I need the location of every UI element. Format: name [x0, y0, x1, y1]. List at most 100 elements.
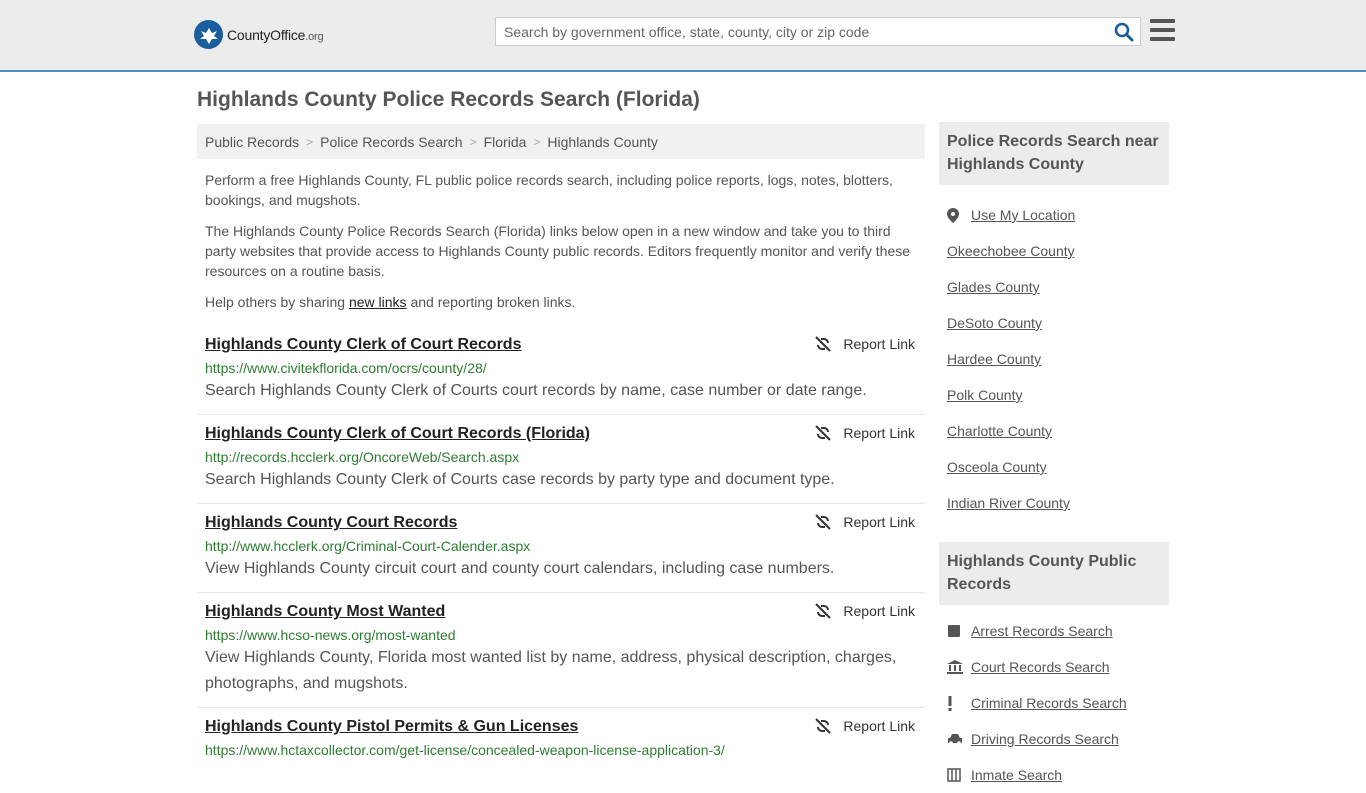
main-content: Public Records > Police Records Search >…	[197, 124, 925, 770]
result-url[interactable]: https://www.hctaxcollector.com/get-licen…	[205, 740, 917, 760]
nearby-list: Use My Location Okeechobee County Glades…	[939, 185, 1169, 521]
report-link-button[interactable]: Report Link	[815, 514, 915, 530]
report-link-label: Report Link	[843, 603, 915, 619]
nearby-county-link[interactable]: Osceola County	[947, 459, 1047, 475]
broken-link-icon	[815, 718, 832, 734]
use-location-link[interactable]: Use My Location	[971, 207, 1075, 223]
breadcrumb-separator: >	[533, 134, 541, 149]
result-description: Search Highlands County Clerk of Courts …	[205, 471, 835, 488]
results-list: Highlands County Clerk of Court Records …	[197, 326, 925, 770]
public-record-link[interactable]: Inmate Search	[971, 767, 1062, 783]
intro-paragraph: The Highlands County Police Records Sear…	[205, 223, 911, 279]
nearby-heading: Police Records Search near Highlands Cou…	[939, 122, 1169, 185]
search-button[interactable]	[1114, 22, 1134, 42]
result-title-link[interactable]: Highlands County Pistol Permits & Gun Li…	[205, 716, 578, 738]
nearby-county-link[interactable]: Indian River County	[947, 495, 1070, 511]
result-description: Search Highlands County Clerk of Courts …	[205, 382, 867, 399]
nearby-county-link[interactable]: Okeechobee County	[947, 243, 1075, 259]
search-icon	[1114, 22, 1134, 42]
broken-link-icon	[815, 603, 832, 619]
page-title: Highlands County Police Records Search (…	[197, 88, 700, 111]
breadcrumb-police-records-search[interactable]: Police Records Search	[320, 134, 462, 150]
site-logo[interactable]: CountyOffice.org	[194, 20, 324, 49]
sidebar: Police Records Search near Highlands Cou…	[939, 122, 1169, 793]
broken-link-icon	[815, 514, 832, 530]
use-location-item[interactable]: Use My Location	[947, 197, 1161, 233]
search-box	[495, 17, 1141, 46]
result-item: Highlands County Pistol Permits & Gun Li…	[197, 708, 925, 770]
map-pin-icon	[947, 207, 971, 223]
logo-text: CountyOffice.org	[227, 26, 324, 43]
public-record-link[interactable]: Court Records Search	[971, 659, 1110, 675]
public-record-item[interactable]: Arrest Records Search	[947, 613, 1161, 649]
hamburger-menu-button[interactable]	[1150, 19, 1175, 43]
exclamation-icon	[947, 695, 971, 711]
share-links-note: Help others by sharing new links and rep…	[205, 292, 917, 312]
breadcrumb-highlands-county[interactable]: Highlands County	[547, 134, 658, 150]
result-title-link[interactable]: Highlands County Most Wanted	[205, 601, 445, 623]
result-url[interactable]: https://www.civitekflorida.com/ocrs/coun…	[205, 358, 917, 378]
nearby-county-item[interactable]: Charlotte County	[947, 413, 1161, 449]
result-item: Highlands County Clerk of Court Records …	[197, 326, 925, 415]
nearby-county-link[interactable]: Polk County	[947, 387, 1022, 403]
breadcrumb: Public Records > Police Records Search >…	[197, 124, 925, 159]
result-item: Highlands County Most Wanted Report Link…	[197, 593, 925, 708]
public-record-link[interactable]: Criminal Records Search	[971, 695, 1127, 711]
public-record-item[interactable]: Criminal Records Search	[947, 685, 1161, 721]
result-description: View Highlands County, Florida most want…	[205, 649, 897, 692]
intro: Perform a free Highlands County, FL publ…	[197, 170, 925, 312]
breadcrumb-public-records[interactable]: Public Records	[205, 134, 299, 150]
report-link-button[interactable]: Report Link	[815, 336, 915, 352]
public-record-item[interactable]: Driving Records Search	[947, 721, 1161, 757]
public-record-link[interactable]: Driving Records Search	[971, 731, 1119, 747]
nearby-county-item[interactable]: Polk County	[947, 377, 1161, 413]
result-url[interactable]: https://www.hcso-news.org/most-wanted	[205, 625, 917, 645]
result-title-link[interactable]: Highlands County Clerk of Court Records …	[205, 423, 590, 445]
nearby-county-link[interactable]: Hardee County	[947, 351, 1041, 367]
report-link-button[interactable]: Report Link	[815, 718, 915, 734]
result-title-link[interactable]: Highlands County Court Records	[205, 512, 457, 534]
nearby-county-item[interactable]: Indian River County	[947, 485, 1161, 521]
nearby-county-item[interactable]: Osceola County	[947, 449, 1161, 485]
broken-link-icon	[815, 425, 832, 441]
breadcrumb-separator: >	[306, 134, 314, 149]
nearby-county-link[interactable]: Glades County	[947, 279, 1040, 295]
courthouse-icon	[947, 660, 971, 674]
report-link-button[interactable]: Report Link	[815, 425, 915, 441]
breadcrumb-florida[interactable]: Florida	[484, 134, 527, 150]
public-records-heading: Highlands County Public Records	[939, 542, 1169, 605]
nearby-county-item[interactable]: Glades County	[947, 269, 1161, 305]
hamburger-bar	[1150, 28, 1175, 32]
public-record-item[interactable]: Court Records Search	[947, 649, 1161, 685]
result-url[interactable]: http://records.hcclerk.org/OncoreWeb/Sea…	[205, 447, 917, 467]
broken-link-icon	[815, 336, 832, 352]
nearby-county-item[interactable]: Hardee County	[947, 341, 1161, 377]
nearby-county-item[interactable]: DeSoto County	[947, 305, 1161, 341]
nearby-county-item[interactable]: Okeechobee County	[947, 233, 1161, 269]
result-item: Highlands County Court Records Report Li…	[197, 504, 925, 593]
result-title-link[interactable]: Highlands County Clerk of Court Records	[205, 334, 521, 356]
logo-suffix: .org	[305, 30, 324, 43]
hamburger-bar	[1150, 19, 1175, 23]
logo-name: CountyOffice	[227, 26, 306, 43]
result-url[interactable]: http://www.hcclerk.org/Criminal-Court-Ca…	[205, 536, 917, 556]
hamburger-bar	[1150, 37, 1175, 41]
public-record-link[interactable]: Arrest Records Search	[971, 623, 1113, 639]
search-input[interactable]	[496, 18, 1106, 45]
result-item: Highlands County Clerk of Court Records …	[197, 415, 925, 504]
report-link-label: Report Link	[843, 514, 915, 530]
report-link-label: Report Link	[843, 336, 915, 352]
report-link-label: Report Link	[843, 718, 915, 734]
report-link-button[interactable]: Report Link	[815, 603, 915, 619]
logo-seal-icon	[194, 20, 223, 49]
share-text-after: and reporting broken links.	[406, 294, 576, 310]
car-icon	[947, 733, 971, 745]
share-text-before: Help others by sharing	[205, 294, 349, 310]
new-links-link[interactable]: new links	[349, 294, 407, 310]
arrest-icon	[947, 624, 971, 638]
public-record-item[interactable]: Inmate Search	[947, 757, 1161, 793]
nearby-county-link[interactable]: Charlotte County	[947, 423, 1052, 439]
nearby-county-link[interactable]: DeSoto County	[947, 315, 1042, 331]
report-link-label: Report Link	[843, 425, 915, 441]
result-description: View Highlands County circuit court and …	[205, 560, 835, 577]
